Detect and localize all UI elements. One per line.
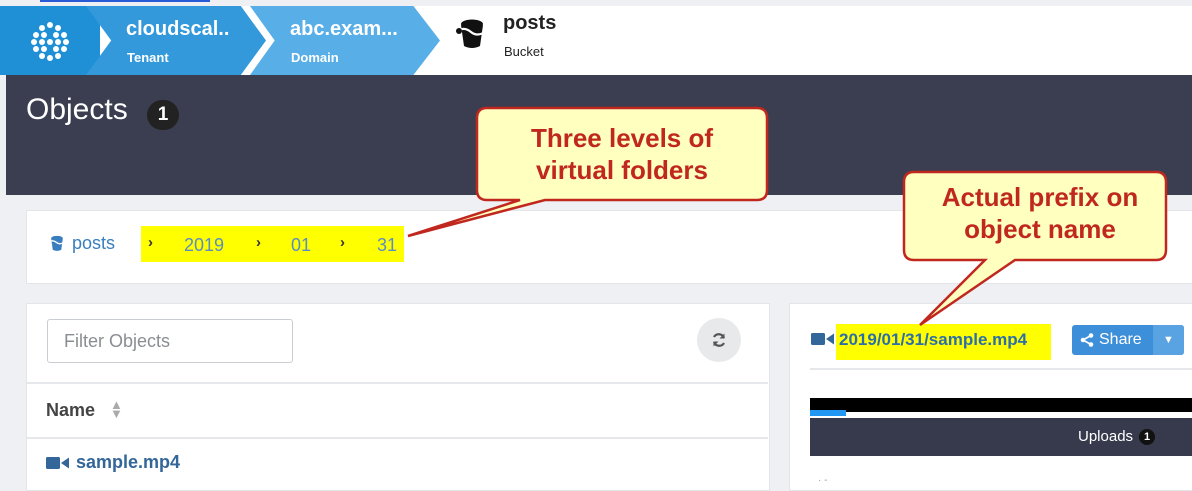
callout-folders-text: Three levels of virtual folders (530, 123, 714, 185)
callout-prefix-text: Actual prefix on object name (941, 182, 1139, 244)
